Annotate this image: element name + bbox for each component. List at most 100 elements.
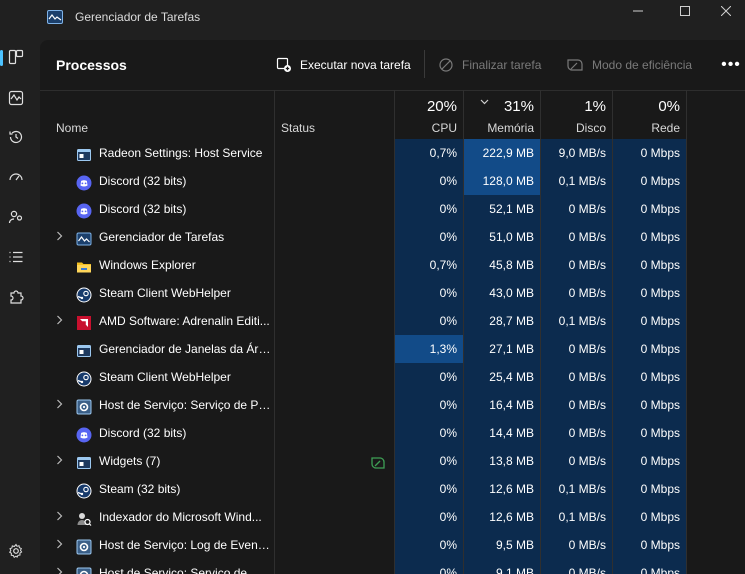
table-row[interactable]: Discord (32 bits) 0% 52,1 MB 0 MB/s 0 Mbps bbox=[40, 195, 745, 223]
discord-icon bbox=[76, 425, 92, 443]
nav-app-history[interactable] bbox=[0, 121, 32, 153]
processes-icon bbox=[8, 49, 24, 65]
process-name-cell: Steam (32 bits) bbox=[40, 475, 274, 503]
process-name-cell: Steam Client WebHelper bbox=[40, 363, 274, 391]
process-status-cell bbox=[275, 251, 394, 279]
process-name-cell: Discord (32 bits) bbox=[40, 195, 274, 223]
run-new-task-button[interactable]: Executar nova tarefa bbox=[276, 52, 411, 78]
chevron-right-icon[interactable] bbox=[56, 455, 66, 467]
process-name-cell: Widgets (7) bbox=[40, 447, 274, 475]
table-row[interactable]: Host de Serviço: Serviço de Po... 0% 16,4 … bbox=[40, 391, 745, 419]
cpu-total: 20% bbox=[426, 98, 457, 115]
run-new-task-label: Executar nova tarefa bbox=[300, 58, 411, 72]
process-status-cell bbox=[275, 139, 394, 167]
process-network-value: 0 Mbps bbox=[640, 370, 680, 384]
table-row[interactable]: Radeon Settings: Host Service 0,7% 222,9 M… bbox=[40, 139, 745, 167]
process-name-cell: Discord (32 bits) bbox=[40, 419, 274, 447]
process-name: Steam (32 bits) bbox=[99, 482, 181, 496]
table-row[interactable]: Steam Client WebHelper 0% 43,0 MB 0 MB/s 0 M… bbox=[40, 279, 745, 307]
table-row[interactable]: Indexador do Microsoft Wind... 0% 12,6 MB 0… bbox=[40, 503, 745, 531]
nav-processes[interactable] bbox=[0, 41, 32, 73]
nav-performance[interactable] bbox=[0, 82, 32, 114]
chevron-right-icon[interactable] bbox=[56, 511, 66, 523]
process-disk-value: 0 MB/s bbox=[568, 454, 606, 468]
table-row[interactable]: Gerenciador de Janelas da Áre... 1,3% 27,1… bbox=[40, 335, 745, 363]
gear-icon bbox=[76, 397, 92, 415]
table-row[interactable]: Gerenciador de Tarefas 0% 51,0 MB 0 MB/s 0 M… bbox=[40, 223, 745, 251]
end-task-button[interactable]: Finalizar tarefa bbox=[438, 52, 541, 78]
table-row[interactable]: Steam Client WebHelper 0% 25,4 MB 0 MB/s 0 M… bbox=[40, 363, 745, 391]
table-row[interactable]: AMD Software: Adrenalin Editi... 0% 28,7 M… bbox=[40, 307, 745, 335]
nav-users[interactable] bbox=[0, 201, 32, 233]
chevron-right-icon[interactable] bbox=[56, 231, 66, 243]
process-disk-value: 0 MB/s bbox=[568, 398, 606, 412]
process-disk-value: 0 MB/s bbox=[568, 426, 606, 440]
close-button[interactable] bbox=[706, 0, 745, 22]
performance-icon bbox=[8, 90, 24, 106]
process-network-value: 0 Mbps bbox=[640, 454, 680, 468]
table-row[interactable]: Windows Explorer 0,7% 45,8 MB 0 MB/s 0 Mbps bbox=[40, 251, 745, 279]
process-name: Steam Client WebHelper bbox=[99, 286, 231, 300]
process-memory-value: 14,4 MB bbox=[489, 426, 534, 440]
column-header-name[interactable]: Nome bbox=[40, 91, 274, 138]
process-cpu-value: 0,7% bbox=[429, 146, 457, 160]
process-disk-value: 0 MB/s bbox=[568, 202, 606, 216]
process-cpu-value: 0% bbox=[439, 370, 457, 384]
column-header-network[interactable]: 0% Rede bbox=[613, 91, 686, 138]
task-manager-icon bbox=[76, 229, 92, 246]
chevron-right-icon[interactable] bbox=[56, 539, 66, 551]
nav-details[interactable] bbox=[0, 241, 32, 273]
steam-icon bbox=[76, 285, 92, 303]
process-status-cell bbox=[275, 391, 394, 419]
more-options-button[interactable]: ••• bbox=[720, 52, 742, 78]
process-network-value: 0 Mbps bbox=[640, 258, 680, 272]
process-memory-value: 45,8 MB bbox=[489, 258, 534, 272]
process-network-value: 0 Mbps bbox=[640, 426, 680, 440]
table-row[interactable]: Host de Serviço: Log de Event... 0% 9,5 MB… bbox=[40, 531, 745, 559]
process-disk-value: 0,1 MB/s bbox=[558, 174, 606, 188]
table-row[interactable]: Host de Serviço: Serviço de Re... 0% 9,1 M… bbox=[40, 559, 745, 574]
column-header-status[interactable]: Status bbox=[275, 91, 394, 138]
table-row[interactable]: Widgets (7) 0% 13,8 MB 0 MB/s 0 Mbps bbox=[40, 447, 745, 475]
chevron-right-icon[interactable] bbox=[56, 399, 66, 411]
maximize-button[interactable] bbox=[662, 0, 708, 22]
title-bar: Gerenciador de Tarefas bbox=[0, 0, 745, 36]
efficiency-mode-button[interactable]: Modo de eficiência bbox=[566, 52, 692, 78]
app-window-icon bbox=[76, 341, 92, 357]
process-network-value: 0 Mbps bbox=[640, 174, 680, 188]
process-network-value: 0 Mbps bbox=[640, 342, 680, 356]
column-header-disk[interactable]: 1% Disco bbox=[541, 91, 612, 138]
disk-total: 1% bbox=[584, 98, 606, 115]
list-icon bbox=[9, 251, 23, 263]
process-status-cell bbox=[275, 531, 394, 559]
column-header-cpu[interactable]: 20% CPU bbox=[395, 91, 463, 138]
nav-startup-apps[interactable] bbox=[0, 161, 32, 193]
process-name-cell: Gerenciador de Tarefas bbox=[40, 223, 274, 251]
table-row[interactable]: Discord (32 bits) 0% 128,0 MB 0,1 MB/s 0 Mbp… bbox=[40, 167, 745, 195]
table-row[interactable]: Steam (32 bits) 0% 12,6 MB 0,1 MB/s 0 Mbps bbox=[40, 475, 745, 503]
app-window-icon bbox=[76, 453, 92, 469]
process-memory-value: 222,9 MB bbox=[482, 146, 534, 160]
minimize-button[interactable] bbox=[615, 0, 661, 22]
memory-total: 31% bbox=[503, 98, 534, 115]
process-disk-value: 0,1 MB/s bbox=[558, 314, 606, 328]
chevron-right-icon[interactable] bbox=[56, 567, 66, 574]
nav-settings[interactable] bbox=[0, 535, 32, 567]
process-name: Host de Serviço: Serviço de Re... bbox=[99, 566, 271, 574]
process-network-value: 0 Mbps bbox=[640, 230, 680, 244]
table-row[interactable]: Discord (32 bits) 0% 14,4 MB 0 MB/s 0 Mbps bbox=[40, 419, 745, 447]
column-header-memory[interactable]: 31% Memória bbox=[464, 91, 540, 138]
puzzle-icon bbox=[10, 290, 24, 304]
sort-descending-icon bbox=[480, 97, 489, 108]
process-name-cell: Steam Client WebHelper bbox=[40, 279, 274, 307]
chevron-right-icon[interactable] bbox=[56, 315, 66, 327]
process-name: Gerenciador de Tarefas bbox=[99, 230, 225, 244]
process-cpu-value: 0% bbox=[439, 482, 457, 496]
nav-services[interactable] bbox=[0, 281, 32, 313]
users-icon bbox=[8, 210, 23, 224]
leaf-icon bbox=[567, 59, 583, 71]
indexer-icon bbox=[76, 509, 92, 526]
new-task-icon bbox=[276, 57, 291, 72]
process-network-value: 0 Mbps bbox=[640, 146, 680, 160]
app-window-icon bbox=[76, 145, 92, 161]
